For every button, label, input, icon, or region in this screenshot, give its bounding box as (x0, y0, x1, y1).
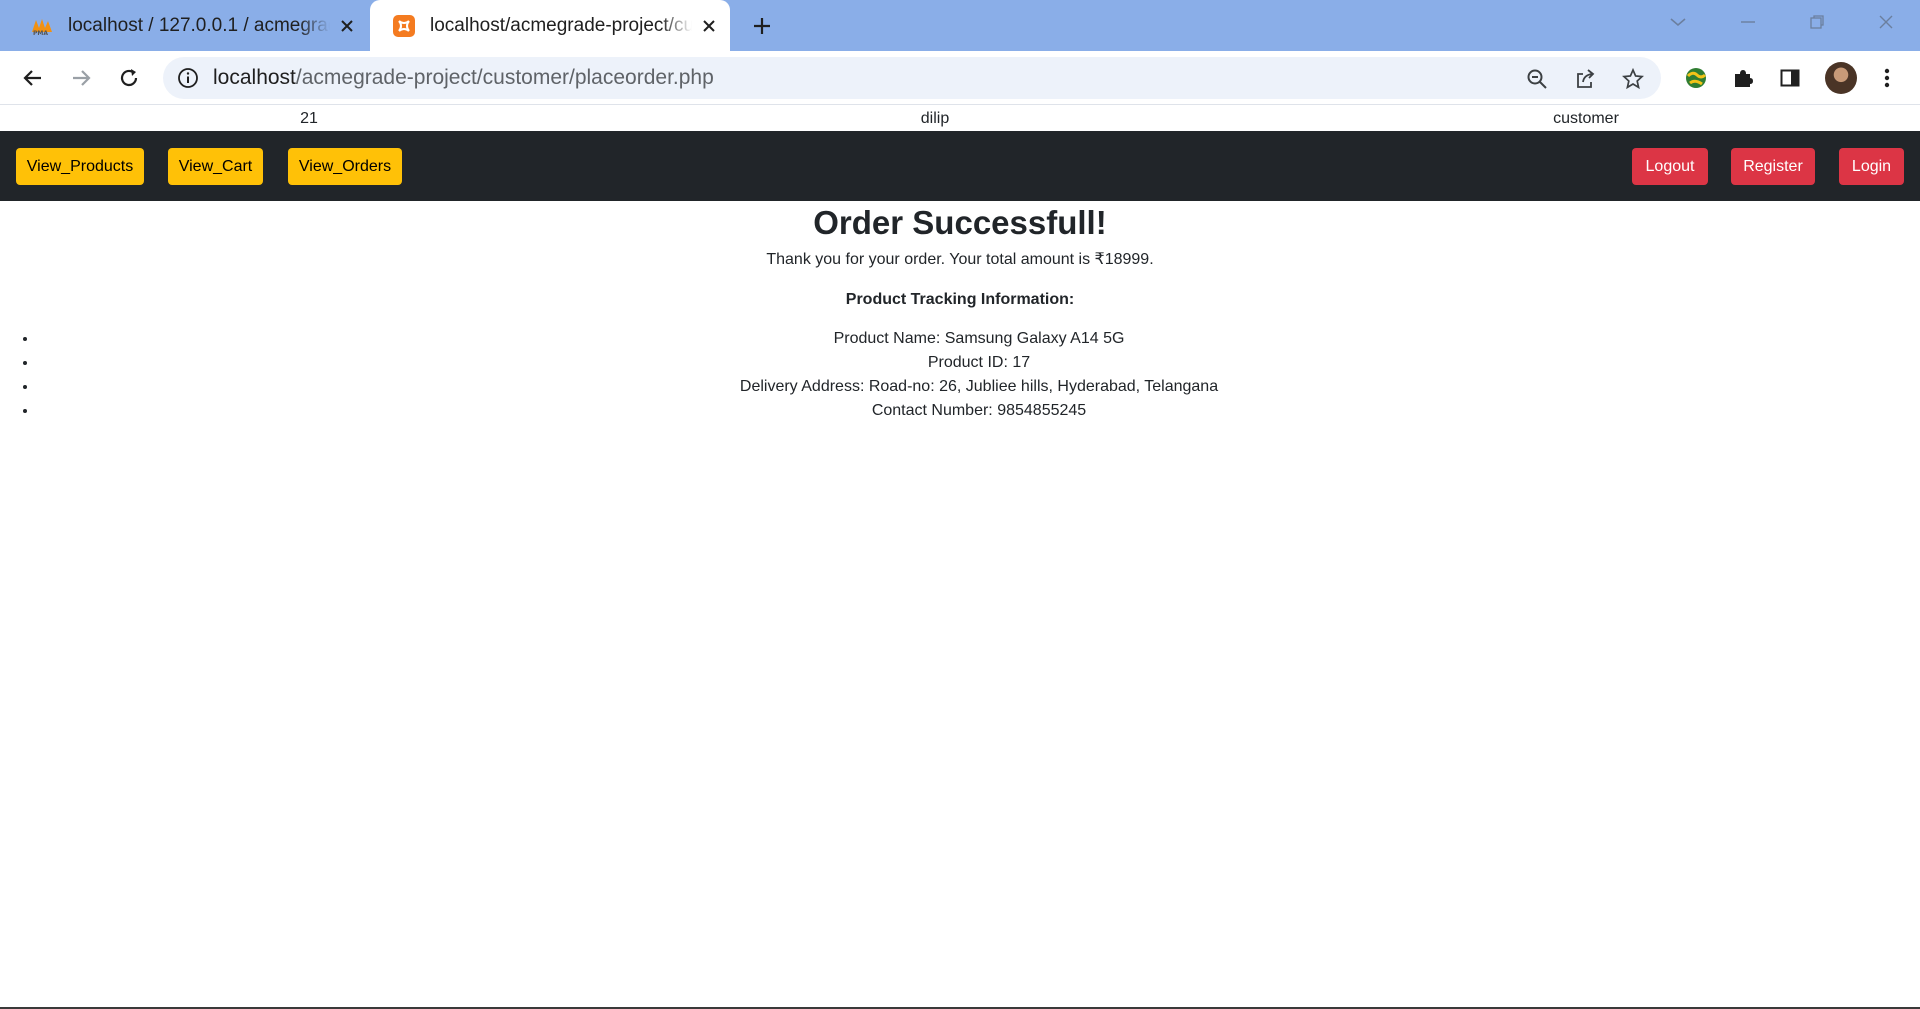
contact-number-item: Contact Number: 9854855245 (38, 399, 1920, 423)
view-orders-button[interactable]: View_Orders (288, 148, 402, 185)
minimize-icon[interactable] (1730, 8, 1766, 36)
close-tab-icon[interactable] (336, 15, 358, 37)
close-window-icon[interactable] (1868, 8, 1904, 36)
address-bar[interactable]: localhost/acmegrade-project/customer/pla… (163, 57, 1661, 99)
svg-text:PMA: PMA (33, 30, 48, 36)
close-tab-icon[interactable] (698, 15, 720, 37)
order-total-message: Thank you for your order. Your total amo… (766, 251, 1154, 268)
browser-tab-phpmyadmin[interactable]: PMA localhost / 127.0.0.1 / acmegrade (8, 0, 366, 51)
extensions-puzzle-icon[interactable] (1728, 63, 1758, 93)
page-title: Order Successfull! (813, 204, 1107, 241)
address-url[interactable]: localhost/acmegrade-project/customer/pla… (213, 66, 714, 90)
new-tab-icon[interactable] (748, 12, 776, 40)
restore-icon[interactable] (1799, 8, 1835, 36)
extension-globe-icon[interactable] (1681, 63, 1711, 93)
user-info-row: 21 dilip customer (0, 107, 1920, 131)
tracking-title: Product Tracking Information: (845, 291, 1075, 308)
xampp-icon (392, 14, 416, 38)
back-icon[interactable] (18, 63, 48, 93)
user-role: customer (1553, 110, 1619, 127)
menu-kebab-icon[interactable] (1872, 63, 1902, 93)
reload-icon[interactable] (114, 63, 144, 93)
product-id-item: Product ID: 17 (38, 351, 1920, 375)
product-name-item: Product Name: Samsung Galaxy A14 5G (38, 327, 1920, 351)
login-button[interactable]: Login (1839, 148, 1904, 185)
main-navbar: View_Products View_Cart View_Orders Logo… (0, 131, 1920, 201)
register-button[interactable]: Register (1731, 148, 1815, 185)
tab-title: localhost/acmegrade-project/customer/pla… (430, 14, 692, 36)
view-products-button[interactable]: View_Products (16, 148, 144, 185)
site-info-icon[interactable] (177, 67, 199, 89)
tab-title: localhost / 127.0.0.1 / acmegrade (68, 14, 330, 36)
tracking-details-list: Product Name: Samsung Galaxy A14 5G Prod… (0, 327, 1920, 423)
user-id: 21 (300, 110, 318, 127)
user-name: dilip (920, 110, 950, 127)
browser-tab-placeorder[interactable]: localhost/acmegrade-project/customer/pla… (370, 0, 730, 51)
view-cart-button[interactable]: View_Cart (168, 148, 263, 185)
profile-avatar[interactable] (1825, 62, 1857, 94)
logout-button[interactable]: Logout (1632, 148, 1708, 185)
phpmyadmin-icon: PMA (30, 14, 54, 38)
share-icon[interactable] (1573, 67, 1597, 91)
browser-tabstrip: PMA localhost / 127.0.0.1 / acmegrade lo… (0, 0, 1920, 51)
zoom-icon[interactable] (1525, 67, 1549, 91)
side-panel-icon[interactable] (1775, 63, 1805, 93)
tab-search-icon[interactable] (1660, 8, 1696, 36)
browser-toolbar: localhost/acmegrade-project/customer/pla… (0, 51, 1920, 105)
bookmark-star-icon[interactable] (1621, 67, 1645, 91)
forward-icon[interactable] (66, 63, 96, 93)
delivery-address-item: Delivery Address: Road-no: 26, Jubliee h… (38, 375, 1920, 399)
